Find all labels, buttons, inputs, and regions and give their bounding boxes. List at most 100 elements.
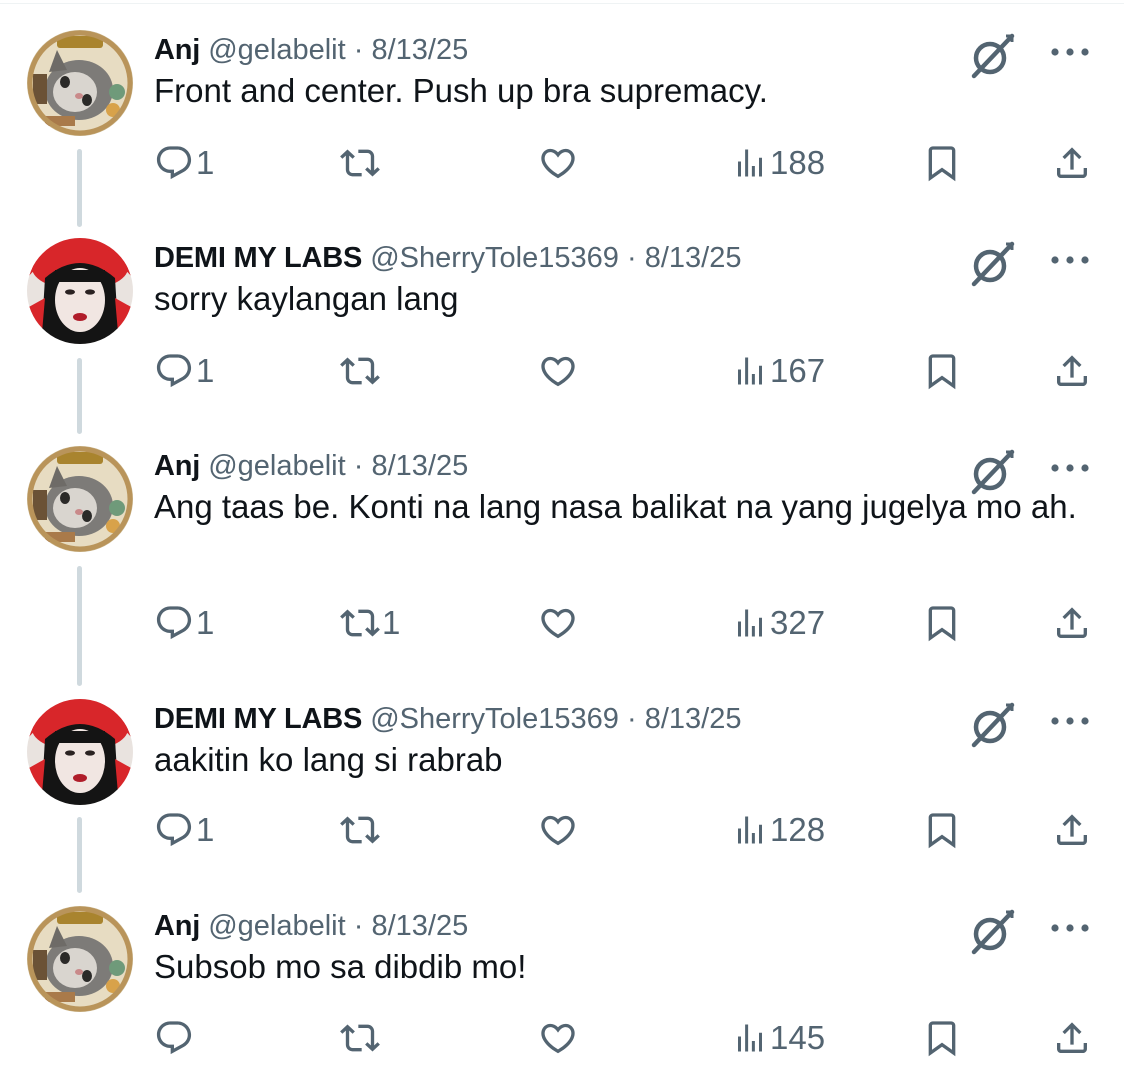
- reply-button[interactable]: 1: [154, 351, 214, 391]
- bookmark-button[interactable]: [922, 1018, 962, 1058]
- more-dots-icon[interactable]: [1048, 252, 1092, 268]
- views-chart-icon: [732, 605, 768, 641]
- like-button[interactable]: [538, 143, 578, 183]
- reply-icon: [154, 351, 194, 391]
- reply-count: 1: [196, 604, 215, 641]
- views-button[interactable]: 128: [732, 810, 825, 850]
- avatar[interactable]: [27, 30, 133, 136]
- separator: ·: [626, 242, 637, 274]
- views-chart-icon: [732, 353, 768, 389]
- avatar[interactable]: [27, 699, 133, 805]
- bookmark-icon: [922, 351, 962, 391]
- share-icon: [1052, 810, 1092, 850]
- retweet-icon: [340, 351, 380, 391]
- user-handle[interactable]: @SherryTole15369: [370, 242, 619, 274]
- reply-icon: [154, 1018, 194, 1058]
- display-name[interactable]: Anj: [154, 34, 200, 66]
- views-count: 167: [770, 352, 826, 389]
- more-dots-icon[interactable]: [1048, 44, 1092, 60]
- avatar[interactable]: [27, 238, 133, 344]
- display-name[interactable]: Anj: [154, 450, 200, 482]
- tweet-date[interactable]: 8/13/25: [371, 910, 468, 942]
- tweet-date[interactable]: 8/13/25: [371, 450, 468, 482]
- like-button[interactable]: [538, 810, 578, 850]
- tweet-header: DEMI MY LABS @SherryTole15369 · 8/13/25: [154, 699, 741, 739]
- display-name[interactable]: DEMI MY LABS: [154, 242, 362, 274]
- action-bar: 1 167: [154, 351, 1094, 391]
- thread-connector-line: [77, 817, 82, 893]
- tweet-text: Front and center. Push up bra supremacy.: [154, 72, 768, 109]
- separator: ·: [353, 910, 364, 942]
- bookmark-button[interactable]: [922, 603, 962, 643]
- user-handle[interactable]: @gelabelit: [208, 34, 345, 66]
- share-icon: [1052, 603, 1092, 643]
- separator: ·: [626, 703, 637, 735]
- bookmark-icon: [922, 603, 962, 643]
- more-dots-icon[interactable]: [1048, 460, 1092, 476]
- views-count: 145: [770, 1019, 826, 1056]
- tweet-date[interactable]: 8/13/25: [371, 34, 468, 66]
- thread-connector-line: [77, 566, 82, 686]
- more-dots-icon[interactable]: [1048, 713, 1092, 729]
- like-button[interactable]: [538, 1018, 578, 1058]
- reply-button[interactable]: 1: [154, 810, 214, 850]
- tweet-date[interactable]: 8/13/25: [645, 703, 742, 735]
- reply-icon: [154, 810, 194, 850]
- reply-button[interactable]: [154, 1018, 196, 1058]
- heart-icon: [538, 1018, 578, 1058]
- tweet-header: Anj @gelabelit · 8/13/25: [154, 906, 468, 946]
- tweet-date[interactable]: 8/13/25: [645, 242, 742, 274]
- action-bar: 145: [154, 1018, 1094, 1058]
- user-handle[interactable]: @gelabelit: [208, 910, 345, 942]
- separator: ·: [353, 34, 364, 66]
- retweet-button[interactable]: [340, 351, 382, 391]
- views-chart-icon: [732, 1020, 768, 1056]
- bookmark-icon: [922, 810, 962, 850]
- action-bar: 1 128: [154, 810, 1094, 850]
- share-button[interactable]: [1052, 351, 1092, 391]
- bookmark-icon: [922, 143, 962, 183]
- tweet-text: Ang taas be. Konti na lang nasa balikat …: [154, 488, 1077, 525]
- tweet-text: sorry kaylangan lang: [154, 280, 459, 317]
- retweet-icon: [340, 603, 380, 643]
- top-divider: [0, 0, 1124, 4]
- display-name[interactable]: Anj: [154, 910, 200, 942]
- user-handle[interactable]: @gelabelit: [208, 450, 345, 482]
- retweet-button[interactable]: 1: [340, 603, 400, 643]
- avatar[interactable]: [27, 906, 133, 1012]
- avatar[interactable]: [27, 446, 133, 552]
- views-button[interactable]: 167: [732, 351, 825, 391]
- bookmark-button[interactable]: [922, 810, 962, 850]
- more-dots-icon[interactable]: [1048, 920, 1092, 936]
- action-bar: 1 1 327: [154, 603, 1094, 643]
- display-name[interactable]: DEMI MY LABS: [154, 703, 362, 735]
- share-button[interactable]: [1052, 143, 1092, 183]
- share-button[interactable]: [1052, 603, 1092, 643]
- retweet-button[interactable]: [340, 810, 382, 850]
- views-button[interactable]: 327: [732, 603, 825, 643]
- bookmark-icon: [922, 1018, 962, 1058]
- thread-connector-line: [77, 149, 82, 227]
- like-button[interactable]: [538, 603, 578, 643]
- bookmark-button[interactable]: [922, 351, 962, 391]
- retweet-button[interactable]: [340, 1018, 382, 1058]
- views-count: 188: [770, 144, 826, 181]
- views-count: 327: [770, 604, 826, 641]
- separator: ·: [353, 450, 364, 482]
- share-button[interactable]: [1052, 810, 1092, 850]
- views-button[interactable]: 145: [732, 1018, 825, 1058]
- reply-icon: [154, 143, 194, 183]
- reply-button[interactable]: 1: [154, 143, 214, 183]
- reply-count: 1: [196, 144, 215, 181]
- reply-count: 1: [196, 352, 215, 389]
- retweet-icon: [340, 1018, 380, 1058]
- views-button[interactable]: 188: [732, 143, 825, 183]
- tweet-header: Anj @gelabelit · 8/13/25: [154, 30, 468, 70]
- bookmark-button[interactable]: [922, 143, 962, 183]
- share-button[interactable]: [1052, 1018, 1092, 1058]
- like-button[interactable]: [538, 351, 578, 391]
- reply-button[interactable]: 1: [154, 603, 214, 643]
- heart-icon: [538, 603, 578, 643]
- user-handle[interactable]: @SherryTole15369: [370, 703, 619, 735]
- retweet-button[interactable]: [340, 143, 382, 183]
